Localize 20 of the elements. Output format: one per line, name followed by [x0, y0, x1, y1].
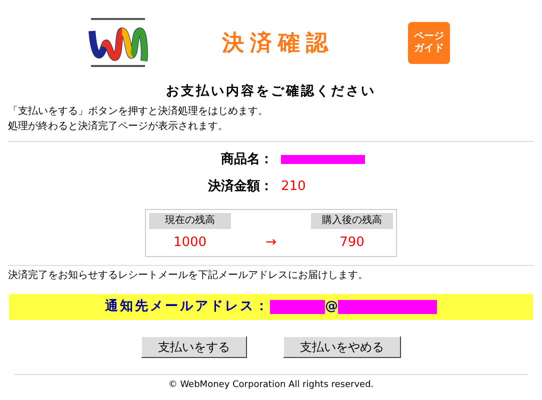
at-sign: @ — [325, 298, 338, 316]
instruction-text: 「支払いをする」ボタンを押すと決済処理をはじめます。 — [8, 106, 269, 118]
form-button[interactable]: 支払いをやめる — [283, 336, 401, 358]
amount-value: 210 — [281, 178, 306, 196]
logo-icon — [88, 17, 148, 69]
detail-label: 決済金額： — [207, 178, 274, 196]
detail-label: 商品名： — [220, 150, 274, 168]
page-title: 決済確認 — [222, 30, 334, 58]
instruction-text: 処理が終わると決済完了ページが表示されます。 — [8, 120, 229, 132]
copyright-text: © WebMoney Corporation All rights reserved. — [168, 378, 374, 392]
heading: お支払い内容をご確認ください — [166, 82, 376, 101]
balance-header: 購入後の残高 — [311, 212, 393, 229]
redaction-bar — [270, 300, 325, 314]
balance-header: 現在の残高 — [149, 212, 231, 229]
form-button[interactable]: 支払いをする — [141, 336, 247, 358]
receipt-note: 決済完了をお知らせするレシートメールを下記メールアドレスにお届けします。 — [7, 270, 369, 282]
arrow-text: → — [264, 234, 278, 252]
balance-value: 1000 — [172, 234, 208, 252]
balance-value: 790 — [338, 234, 366, 252]
email-label: 通知先メールアドレス： — [105, 298, 270, 316]
